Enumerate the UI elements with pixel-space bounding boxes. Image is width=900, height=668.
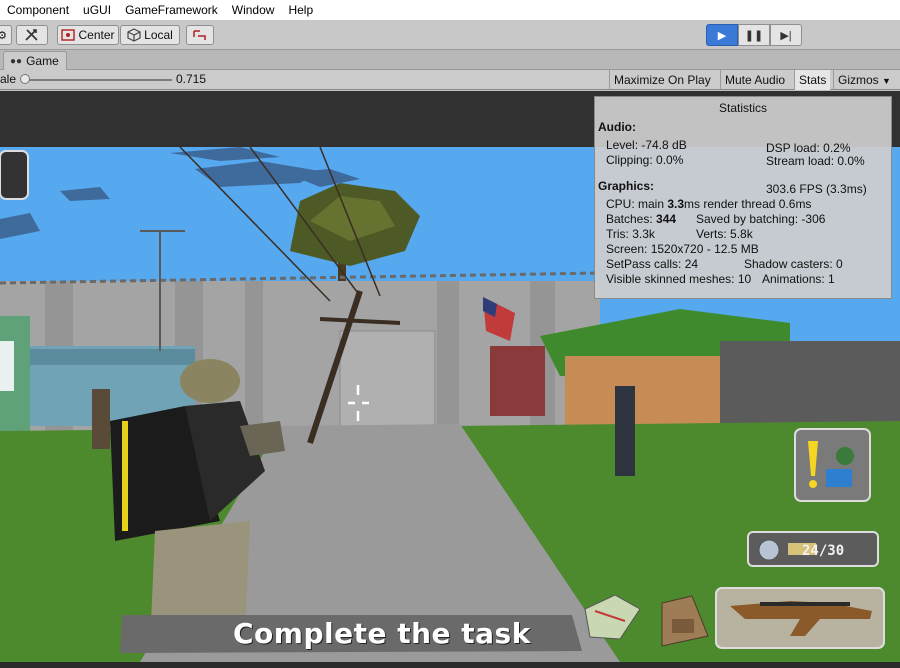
stats-saved-by-batching: Saved by batching: -306: [696, 212, 826, 226]
transform-tools-icon: [25, 29, 38, 41]
red-building: [490, 346, 545, 416]
local-label: Local: [144, 28, 173, 42]
stats-level: Level: -74.8 dB: [606, 138, 687, 152]
stats-dsp-load: DSP load: 0.2%: [766, 141, 851, 155]
menu-component[interactable]: Component: [0, 0, 76, 20]
menu-gameframework[interactable]: GameFramework: [118, 0, 225, 20]
crates: [565, 356, 735, 426]
reload-icon: [758, 539, 780, 561]
stats-graphics-header: Graphics:: [598, 179, 655, 193]
stats-cpu-suffix: ms render thread 0.6ms: [684, 197, 812, 211]
pivot-center-icon: [61, 29, 76, 41]
inventory-alert-panel: [794, 428, 871, 502]
gamepad-icon: ●●: [10, 55, 23, 67]
menu-help[interactable]: Help: [281, 0, 320, 20]
stats-audio-header: Audio:: [598, 120, 636, 134]
ammo-count: 24/30: [802, 543, 845, 559]
hand-tool-button[interactable]: ⚙: [0, 25, 12, 45]
tab-strip: ●● Game: [0, 50, 900, 70]
local-space-icon: [127, 28, 141, 42]
gizmos-label: Gizmos: [838, 73, 879, 87]
tab-game-label: Game: [26, 54, 59, 68]
stats-clipping: Clipping: 0.0%: [606, 153, 684, 167]
pause-button[interactable]: ❚❚: [738, 24, 770, 46]
menu-window[interactable]: Window: [225, 0, 282, 20]
scale-label: ale: [0, 72, 17, 86]
stats-cpu: CPU: main 3.3ms render thread 0.6ms: [606, 197, 811, 211]
stats-batches-prefix: Batches:: [606, 212, 657, 226]
step-button[interactable]: ▶|: [770, 24, 802, 46]
tab-game[interactable]: ●● Game: [3, 51, 67, 70]
gear-icon: ⚙: [0, 29, 7, 42]
bottom-edge: [0, 662, 900, 668]
stats-skinned-meshes: Visible skinned meshes: 10: [606, 272, 752, 286]
local-space-button[interactable]: Local: [120, 25, 180, 45]
stats-stream-load: Stream load: 0.0%: [766, 154, 865, 168]
play-icon: ▶: [717, 29, 727, 42]
gate: [339, 330, 436, 427]
transform-tools-button[interactable]: [16, 25, 48, 45]
center-label: Center: [78, 28, 115, 42]
scale-value: 0.715: [176, 72, 207, 86]
snap-icon: [193, 30, 206, 40]
stats-title: Statistics: [718, 101, 767, 115]
stats-cpu-prefix: CPU: main: [606, 197, 668, 211]
stats-batches-value: 344: [656, 212, 677, 226]
maximize-on-play-button[interactable]: Maximize On Play: [609, 70, 715, 90]
pivot-center-button[interactable]: Center: [57, 25, 119, 45]
menu-ugui[interactable]: uGUI: [76, 0, 118, 20]
stats-screen: Screen: 1520x720 - 12.5 MB: [606, 242, 759, 256]
step-icon: ▶|: [780, 29, 792, 42]
hud-left-button: [0, 150, 29, 200]
stats-fps: 303.6 FPS (3.3ms): [766, 182, 867, 196]
pause-icon: ❚❚: [744, 29, 764, 42]
scale-slider-thumb[interactable]: [20, 74, 30, 84]
task-text: Complete the task: [233, 617, 531, 650]
stats-batches: Batches: 344: [606, 212, 676, 226]
stats-button[interactable]: Stats: [794, 70, 831, 90]
playback-controls: ▶ ❚❚ ▶|: [706, 24, 802, 46]
stats-shadow-casters: Shadow casters: 0: [744, 257, 843, 271]
scale-slider-track[interactable]: [24, 79, 172, 81]
npc-left: [92, 389, 110, 449]
stats-tris: Tris: 3.3k: [606, 227, 655, 241]
npc-right: [615, 386, 635, 476]
menu-bar: Component uGUI GameFramework Window Help: [0, 0, 900, 20]
stats-animations: Animations: 1: [762, 272, 835, 286]
weapon-panel: [715, 587, 885, 649]
snap-button[interactable]: [186, 25, 214, 45]
stats-cpu-main-value: 3.3: [667, 197, 685, 211]
chevron-down-icon: ▼: [882, 76, 891, 86]
statistics-panel: Statistics Audio: Level: -74.8 dB Clippi…: [594, 96, 892, 299]
stats-setpass: SetPass calls: 24: [606, 257, 699, 271]
mute-audio-button[interactable]: Mute Audio: [720, 70, 789, 90]
stats-verts: Verts: 5.8k: [696, 227, 753, 241]
game-view-controls: ale 0.715 Maximize On Play Mute Audio St…: [0, 70, 900, 90]
gizmos-button[interactable]: Gizmos ▼: [833, 70, 895, 90]
play-button[interactable]: ▶: [706, 24, 738, 46]
